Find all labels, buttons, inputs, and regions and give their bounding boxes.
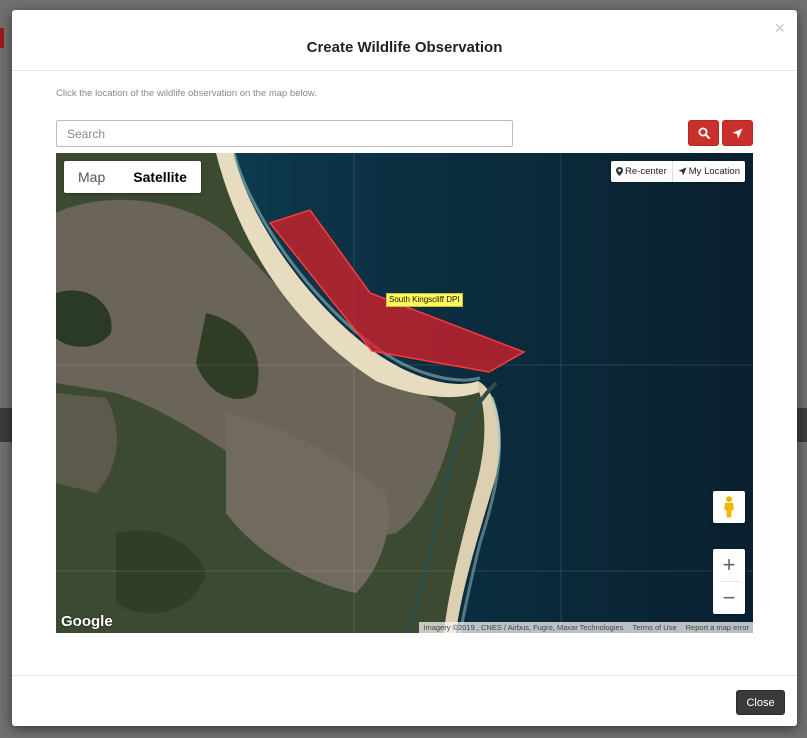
satellite-imagery <box>56 153 753 633</box>
imagery-attribution: Imagery ©2019 , CNES / Airbus, Fugro, Ma… <box>423 623 624 632</box>
search-button[interactable] <box>688 120 719 146</box>
map-type-control: Map Satellite <box>64 161 201 193</box>
map-marker-icon <box>616 167 624 176</box>
zoom-out-button[interactable]: − <box>713 582 745 614</box>
street-view-pegman[interactable] <box>713 491 745 523</box>
close-button[interactable]: Close <box>736 690 785 715</box>
search-input[interactable] <box>56 120 513 147</box>
terms-of-use-link[interactable]: Terms of Use <box>627 622 680 633</box>
search-icon <box>698 127 710 139</box>
modal-footer: Close <box>12 675 797 726</box>
locate-button[interactable] <box>722 120 753 146</box>
map-instructions: Click the location of the wildlife obser… <box>56 88 317 99</box>
modal-header: Create Wildlife Observation × <box>12 10 797 71</box>
map-attribution: Imagery ©2019 , CNES / Airbus, Fugro, Ma… <box>419 622 753 633</box>
my-location-label: My Location <box>688 166 740 177</box>
zoom-in-button[interactable]: + <box>713 549 745 581</box>
modal-close-icon[interactable]: × <box>774 19 785 37</box>
google-logo: Google <box>61 613 113 630</box>
map-type-satellite-button[interactable]: Satellite <box>119 161 201 193</box>
map-type-map-button[interactable]: Map <box>64 161 119 193</box>
pegman-icon <box>724 496 734 518</box>
map-location-controls: Re-center My Location <box>611 161 745 182</box>
background-accent <box>0 28 4 48</box>
location-arrow-icon <box>678 167 687 176</box>
modal-title: Create Wildlife Observation <box>306 39 503 56</box>
create-observation-modal: Create Wildlife Observation × Click the … <box>12 10 797 726</box>
location-arrow-icon <box>732 128 743 138</box>
recenter-button[interactable]: Re-center <box>611 161 672 182</box>
map-view[interactable]: Map Satellite Re-center My Location Sout… <box>56 153 753 633</box>
recenter-label: Re-center <box>625 166 667 177</box>
report-map-error-link[interactable]: Report a map error <box>680 622 753 633</box>
zoom-control: + − <box>713 549 745 614</box>
polygon-label[interactable]: South Kingscliff DPI <box>386 293 463 307</box>
my-location-button[interactable]: My Location <box>671 161 745 182</box>
